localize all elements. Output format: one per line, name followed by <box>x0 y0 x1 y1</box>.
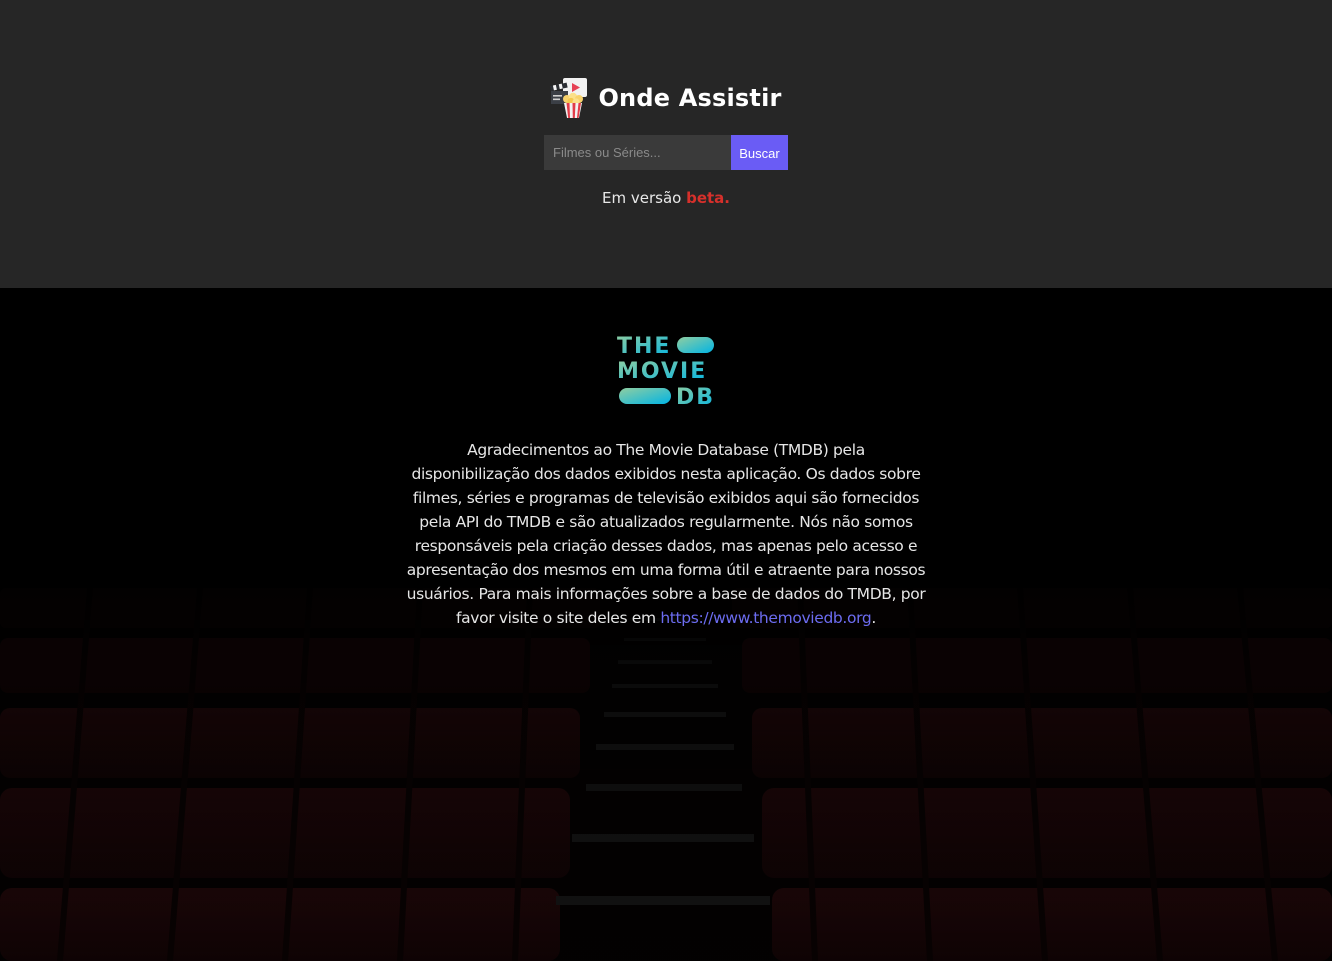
credits-suffix: . <box>871 609 876 627</box>
search-input[interactable] <box>544 135 731 170</box>
svg-text:MOVIE: MOVIE <box>617 359 707 384</box>
beta-prefix: Em versão <box>602 189 687 207</box>
tmdb-logo[interactable]: THE MOVIE DB <box>617 334 715 408</box>
svg-text:THE: THE <box>617 334 671 359</box>
search-button[interactable]: Buscar <box>731 135 788 170</box>
main-content: THE MOVIE DB Agradecimentos ao The Movie… <box>0 288 1332 961</box>
tmdb-link[interactable]: https://www.themoviedb.org <box>660 609 871 627</box>
tmdb-credits-text: Agradecimentos ao The Movie Database (TM… <box>406 438 926 630</box>
brand[interactable]: Onde Assistir <box>0 77 1332 119</box>
clapperboard-popcorn-icon <box>550 78 588 118</box>
search-form: Buscar <box>544 135 788 170</box>
credits-body: Agradecimentos ao The Movie Database (TM… <box>406 441 926 627</box>
beta-label: beta. <box>686 189 730 207</box>
beta-notice: Em versão beta. <box>0 189 1332 207</box>
app-title: Onde Assistir <box>598 84 782 112</box>
svg-text:DB: DB <box>676 385 715 408</box>
site-header: Onde Assistir Buscar Em versão beta. <box>0 0 1332 288</box>
